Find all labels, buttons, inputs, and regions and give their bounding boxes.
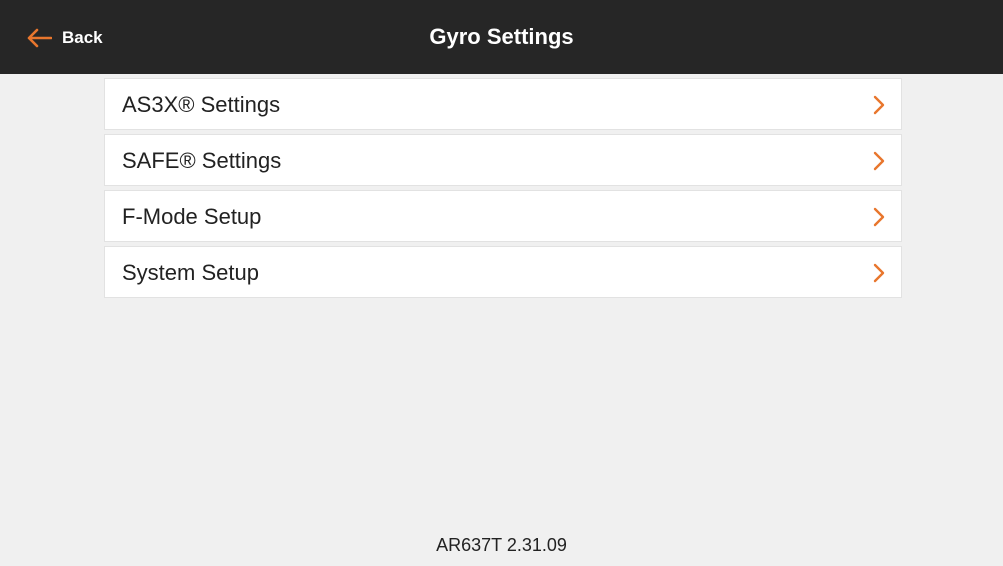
menu-item-as3x-settings[interactable]: AS3X® Settings [104,78,902,130]
settings-menu: AS3X® Settings SAFE® Settings F-Mode Set… [104,78,902,302]
chevron-right-icon [873,95,885,115]
menu-item-system-setup[interactable]: System Setup [104,246,902,298]
chevron-right-icon [873,263,885,283]
menu-item-label: F-Mode Setup [122,204,262,229]
page-title: Gyro Settings [429,24,574,49]
menu-item-label: AS3X® Settings [122,92,281,117]
menu-item-safe-settings[interactable]: SAFE® Settings [104,134,902,186]
menu-item-label: SAFE® Settings [122,148,282,173]
menu-item-f-mode-setup[interactable]: F-Mode Setup [104,190,902,242]
firmware-version: AR637T 2.31.09 [436,535,567,555]
header-bar: Back Gyro Settings [0,0,1003,74]
chevron-right-icon [873,151,885,171]
menu-item-label: System Setup [122,260,259,285]
chevron-right-icon [873,207,885,227]
